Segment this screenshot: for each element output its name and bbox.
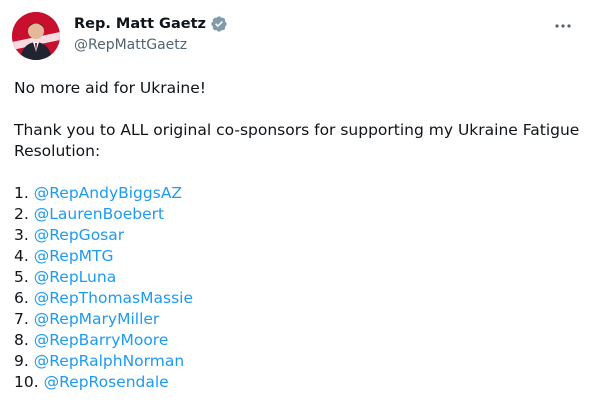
author-names: Rep. Matt Gaetz @RepMattGaetz [74, 14, 228, 53]
list-item: 8. @RepBarryMoore [14, 330, 580, 351]
list-number: 10. [14, 373, 39, 391]
tweet-headline: No more aid for Ukraine! [14, 79, 206, 97]
avatar-photo [12, 12, 60, 60]
list-item: 2. @LaurenBoebert [14, 204, 580, 225]
name-row: Rep. Matt Gaetz [74, 14, 228, 34]
tweet-card: Rep. Matt Gaetz @RepMattGaetz No more ai… [0, 0, 594, 407]
mention-link[interactable]: @RepAndyBiggsAZ [34, 184, 182, 202]
mention-link[interactable]: @RepRosendale [44, 373, 169, 391]
list-number: 5. [14, 268, 29, 286]
list-item: 7. @RepMaryMiller [14, 309, 580, 330]
mention-link[interactable]: @LaurenBoebert [34, 205, 164, 223]
mention-link[interactable]: @RepMaryMiller [34, 310, 160, 328]
mention-link[interactable]: @RepThomasMassie [34, 289, 193, 307]
tweet-header: Rep. Matt Gaetz @RepMattGaetz [12, 12, 582, 64]
list-number: 1. [14, 184, 29, 202]
mention-link[interactable]: @RepLuna [34, 268, 116, 286]
list-number: 9. [14, 352, 29, 370]
mention-link[interactable]: @RepRalphNorman [34, 352, 184, 370]
more-options-button[interactable] [550, 16, 576, 36]
list-number: 3. [14, 226, 29, 244]
display-name[interactable]: Rep. Matt Gaetz [74, 16, 206, 32]
list-item: 6. @RepThomasMassie [14, 288, 580, 309]
list-number: 6. [14, 289, 29, 307]
cosponsor-list: 1. @RepAndyBiggsAZ 2. @LaurenBoebert 3. … [14, 183, 580, 393]
author-handle[interactable]: @RepMattGaetz [74, 37, 228, 53]
list-number: 2. [14, 205, 29, 223]
list-item: 10. @RepRosendale [14, 372, 580, 393]
mention-link[interactable]: @RepBarryMoore [34, 331, 169, 349]
tweet-text: No more aid for Ukraine! Thank you to AL… [14, 78, 580, 393]
list-item: 3. @RepGosar [14, 225, 580, 246]
mention-link[interactable]: @RepGosar [34, 226, 124, 244]
more-horizontal-icon [555, 24, 571, 28]
list-number: 7. [14, 310, 29, 328]
mention-link[interactable]: @RepMTG [34, 247, 114, 265]
list-number: 8. [14, 331, 29, 349]
list-item: 1. @RepAndyBiggsAZ [14, 183, 580, 204]
avatar[interactable] [12, 12, 60, 60]
list-item: 5. @RepLuna [14, 267, 580, 288]
verified-badge-icon[interactable] [210, 15, 228, 33]
list-item: 4. @RepMTG [14, 246, 580, 267]
list-number: 4. [14, 247, 29, 265]
list-item: 9. @RepRalphNorman [14, 351, 580, 372]
tweet-intro: Thank you to ALL original co-sponsors fo… [14, 121, 580, 160]
